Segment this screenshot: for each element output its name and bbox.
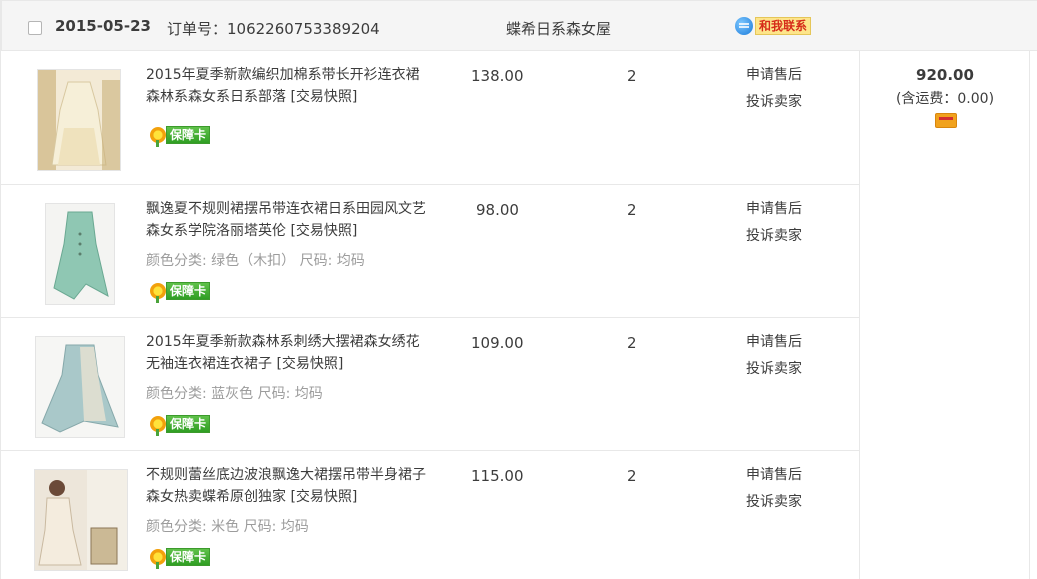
product-thumbnail[interactable] — [35, 336, 125, 438]
product-thumbnail[interactable] — [34, 469, 128, 571]
contact-label: 和我联系 — [755, 17, 812, 35]
product-attributes: 颜色分类: 蓝灰色 尺码: 均码 — [146, 386, 323, 402]
unit-price: 138.00 — [471, 67, 524, 85]
flower-icon — [150, 549, 166, 569]
credit-card-icon[interactable] — [935, 113, 957, 128]
order-item-row: 飘逸夏不规则裙摆吊带连衣裙日系田园风文艺森女系学院洛丽塔英伦 [交易快照] 颜色… — [1, 185, 860, 318]
product-title: 2015年夏季新款编织加棉系带长开衫连衣裙森林系森女系日系部落 — [146, 67, 420, 105]
flower-icon — [150, 127, 166, 147]
order-item-row: 不规则蕾丝底边波浪飘逸大裙摆吊带半身裙子森女热卖蝶希原创独家 [交易快照] 颜色… — [1, 451, 860, 579]
product-title-link[interactable]: 不规则蕾丝底边波浪飘逸大裙摆吊带半身裙子森女热卖蝶希原创独家 [交易快照] — [146, 464, 426, 508]
guarantee-label: 保障卡 — [166, 415, 211, 433]
complain-seller-link[interactable]: 投诉卖家 — [746, 89, 802, 116]
quantity: 2 — [627, 334, 637, 352]
product-thumbnail[interactable] — [37, 69, 121, 171]
flower-icon — [150, 416, 166, 436]
order-card: 2015-05-23 订单号：1062260753389204 蝶希日系森女屋 … — [0, 0, 1037, 579]
item-actions: 申请售后 投诉卖家 — [746, 62, 802, 116]
guarantee-label: 保障卡 — [166, 548, 211, 566]
guarantee-card-badge[interactable]: 保障卡 — [150, 415, 211, 436]
order-header: 2015-05-23 订单号：1062260753389204 蝶希日系森女屋 … — [1, 0, 1037, 51]
complain-seller-link[interactable]: 投诉卖家 — [746, 223, 802, 250]
product-thumbnail[interactable] — [45, 203, 115, 305]
shop-name-link[interactable]: 蝶希日系森女屋 — [506, 18, 611, 39]
after-sale-link[interactable]: 申请售后 — [746, 62, 802, 89]
item-actions: 申请售后 投诉卖家 — [746, 196, 802, 250]
shipping-fee: (含运费：0.00) — [895, 91, 995, 107]
order-item-row: 2015年夏季新款编织加棉系带长开衫连衣裙森林系森女系日系部落 [交易快照] 保… — [1, 51, 860, 185]
product-attributes: 颜色分类: 绿色（木扣） 尺码: 均码 — [146, 253, 365, 269]
guarantee-card-badge[interactable]: 保障卡 — [150, 548, 211, 569]
product-title-link[interactable]: 飘逸夏不规则裙摆吊带连衣裙日系田园风文艺森女系学院洛丽塔英伦 [交易快照] — [146, 198, 426, 242]
order-checkbox[interactable] — [28, 21, 42, 35]
trade-snapshot-link[interactable]: [交易快照] — [290, 89, 357, 105]
quantity: 2 — [627, 67, 637, 85]
guarantee-label: 保障卡 — [166, 126, 211, 144]
unit-price: 109.00 — [471, 334, 524, 352]
product-title: 飘逸夏不规则裙摆吊带连衣裙日系田园风文艺森女系学院洛丽塔英伦 — [146, 201, 426, 239]
item-actions: 申请售后 投诉卖家 — [746, 462, 802, 516]
guarantee-label: 保障卡 — [166, 282, 211, 300]
quantity: 2 — [627, 201, 637, 219]
trade-snapshot-link[interactable]: [交易快照] — [290, 489, 357, 505]
product-title-link[interactable]: 2015年夏季新款编织加棉系带长开衫连衣裙森林系森女系日系部落 [交易快照] — [146, 64, 426, 108]
order-total-column: 920.00 (含运费：0.00) — [860, 51, 1030, 579]
trade-snapshot-link[interactable]: [交易快照] — [290, 223, 357, 239]
guarantee-card-badge[interactable]: 保障卡 — [150, 282, 211, 303]
item-actions: 申请售后 投诉卖家 — [746, 329, 802, 383]
chat-bubble-icon — [735, 17, 753, 35]
complain-seller-link[interactable]: 投诉卖家 — [746, 356, 802, 383]
order-item-row: 2015年夏季新款森林系刺绣大摆裙森女绣花无袖连衣裙连衣裙子 [交易快照] 颜色… — [1, 318, 860, 451]
order-total: 920.00 — [916, 66, 974, 84]
trade-snapshot-link[interactable]: [交易快照] — [276, 356, 343, 372]
order-number: 订单号：1062260753389204 — [167, 20, 380, 38]
after-sale-link[interactable]: 申请售后 — [746, 462, 802, 489]
product-title-link[interactable]: 2015年夏季新款森林系刺绣大摆裙森女绣花无袖连衣裙连衣裙子 [交易快照] — [146, 331, 426, 375]
after-sale-link[interactable]: 申请售后 — [746, 196, 802, 223]
contact-seller-button[interactable]: 和我联系 — [735, 16, 812, 36]
complain-seller-link[interactable]: 投诉卖家 — [746, 489, 802, 516]
unit-price: 98.00 — [476, 201, 519, 219]
guarantee-card-badge[interactable]: 保障卡 — [150, 126, 211, 147]
product-attributes: 颜色分类: 米色 尺码: 均码 — [146, 519, 309, 535]
product-title: 不规则蕾丝底边波浪飘逸大裙摆吊带半身裙子森女热卖蝶希原创独家 — [146, 467, 426, 505]
flower-icon — [150, 283, 166, 303]
quantity: 2 — [627, 467, 637, 485]
after-sale-link[interactable]: 申请售后 — [746, 329, 802, 356]
order-date: 2015-05-23 — [55, 17, 151, 35]
unit-price: 115.00 — [471, 467, 524, 485]
